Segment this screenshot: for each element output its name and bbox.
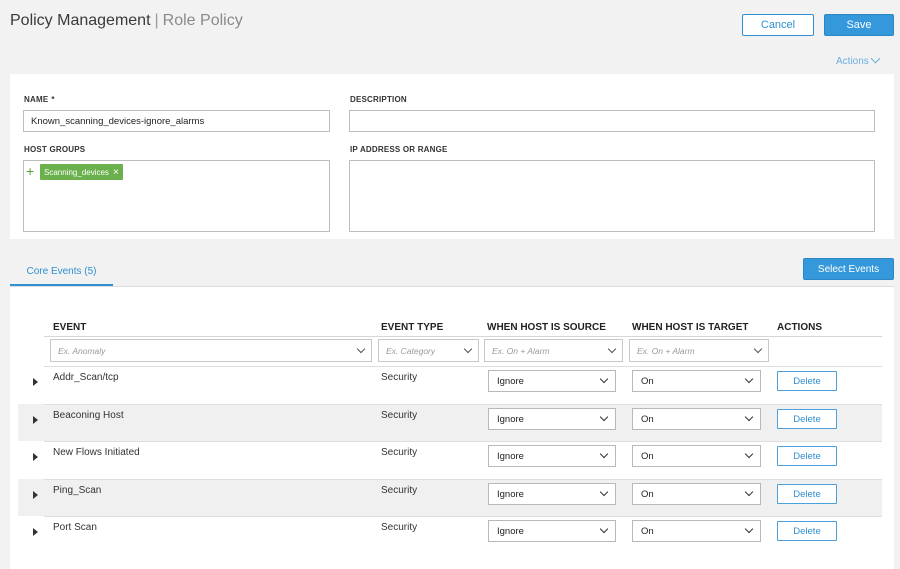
- name-label: NAME *: [24, 95, 55, 104]
- table-row: Ping_Scan Security Ignore On Delete: [18, 479, 882, 516]
- column-header-actions: ACTIONS: [777, 322, 822, 333]
- select-events-button[interactable]: Select Events: [803, 258, 894, 280]
- column-header-source: WHEN HOST IS SOURCE: [487, 322, 606, 333]
- delete-button[interactable]: Delete: [777, 446, 837, 466]
- row-divider: [44, 441, 882, 442]
- chevron-down-icon: [870, 53, 881, 64]
- event-type: Security: [381, 522, 418, 533]
- chevron-down-icon: [744, 449, 754, 459]
- event-type: Security: [381, 485, 418, 496]
- name-input[interactable]: Known_scanning_devices-ignore_alarms: [23, 110, 330, 132]
- table-row: Port Scan Security Ignore On Delete: [18, 516, 882, 553]
- plus-icon[interactable]: +: [26, 164, 34, 178]
- chevron-down-icon: [607, 344, 617, 353]
- event-filter-select[interactable]: Ex. Anomaly: [50, 339, 372, 362]
- description-input[interactable]: [349, 110, 875, 132]
- row-divider: [44, 479, 882, 480]
- expand-arrow-icon[interactable]: [33, 453, 38, 461]
- chevron-down-icon: [744, 487, 754, 497]
- delete-button[interactable]: Delete: [777, 371, 837, 391]
- chevron-down-icon: [744, 524, 754, 534]
- close-icon[interactable]: ×: [113, 167, 119, 178]
- page-title-main: Policy Management: [10, 12, 151, 29]
- event-type: Security: [381, 410, 418, 421]
- source-action-select[interactable]: Ignore: [488, 520, 616, 542]
- column-header-event: EVENT: [53, 322, 87, 333]
- source-action-select[interactable]: Ignore: [488, 483, 616, 505]
- host-group-tag: Scanning_devices ×: [40, 164, 123, 180]
- required-marker: *: [51, 95, 55, 104]
- cancel-button[interactable]: Cancel: [742, 14, 814, 36]
- event-name: Beaconing Host: [53, 410, 124, 421]
- delete-button[interactable]: Delete: [777, 484, 837, 504]
- event-name: Addr_Scan/tcp: [53, 372, 119, 383]
- source-filter-select[interactable]: Ex. On + Alarm: [484, 339, 623, 362]
- delete-button[interactable]: Delete: [777, 521, 837, 541]
- target-action-select[interactable]: On: [632, 408, 761, 430]
- description-label: DESCRIPTION: [350, 95, 407, 104]
- table-row: Addr_Scan/tcp Security Ignore On Delete: [18, 366, 882, 403]
- host-group-tag-label: Scanning_devices: [44, 167, 109, 177]
- chevron-down-icon: [599, 524, 609, 534]
- event-name: Port Scan: [53, 522, 97, 533]
- event-type: Security: [381, 447, 418, 458]
- row-divider: [44, 366, 882, 367]
- ip-address-field[interactable]: [349, 160, 875, 232]
- chevron-down-icon: [356, 344, 366, 353]
- source-action-select[interactable]: Ignore: [488, 408, 616, 430]
- target-filter-select[interactable]: Ex. On + Alarm: [629, 339, 769, 362]
- chevron-down-icon: [599, 449, 609, 459]
- page-subtitle: Role Policy: [162, 12, 243, 29]
- target-action-select[interactable]: On: [632, 520, 761, 542]
- event-type: Security: [381, 372, 418, 383]
- expand-arrow-icon[interactable]: [33, 416, 38, 424]
- page-title: Policy Management | Role Policy: [10, 12, 243, 30]
- chevron-down-icon: [753, 344, 763, 353]
- table-row: Beaconing Host Security Ignore On Delete: [18, 404, 882, 441]
- table-row: New Flows Initiated Security Ignore On Delet…: [18, 441, 882, 478]
- expand-arrow-icon[interactable]: [33, 491, 38, 499]
- host-groups-label: HOST GROUPS: [24, 145, 86, 154]
- event-name: Ping_Scan: [53, 485, 102, 496]
- ip-address-label: IP ADDRESS OR RANGE: [350, 145, 448, 154]
- source-action-select[interactable]: Ignore: [488, 445, 616, 467]
- row-divider: [44, 516, 882, 517]
- save-button[interactable]: Save: [824, 14, 894, 36]
- header-divider: [44, 336, 882, 337]
- chevron-down-icon: [744, 374, 754, 384]
- column-header-event-type: EVENT TYPE: [381, 322, 444, 333]
- source-action-select[interactable]: Ignore: [488, 370, 616, 392]
- title-separator: |: [154, 12, 159, 29]
- target-action-select[interactable]: On: [632, 483, 761, 505]
- expand-arrow-icon[interactable]: [33, 378, 38, 386]
- chevron-down-icon: [599, 412, 609, 422]
- event-name: New Flows Initiated: [53, 447, 140, 458]
- expand-arrow-icon[interactable]: [33, 528, 38, 536]
- chevron-down-icon: [599, 374, 609, 384]
- row-divider: [44, 404, 882, 405]
- actions-dropdown[interactable]: Actions: [836, 53, 881, 67]
- column-header-target: WHEN HOST IS TARGET: [632, 322, 749, 333]
- event-type-filter-select[interactable]: Ex. Category: [378, 339, 479, 362]
- target-action-select[interactable]: On: [632, 370, 761, 392]
- chevron-down-icon: [599, 487, 609, 497]
- chevron-down-icon: [744, 412, 754, 422]
- tab-core-events[interactable]: Core Events (5): [10, 259, 113, 287]
- target-action-select[interactable]: On: [632, 445, 761, 467]
- chevron-down-icon: [463, 344, 473, 353]
- actions-label: Actions: [836, 56, 869, 67]
- delete-button[interactable]: Delete: [777, 409, 837, 429]
